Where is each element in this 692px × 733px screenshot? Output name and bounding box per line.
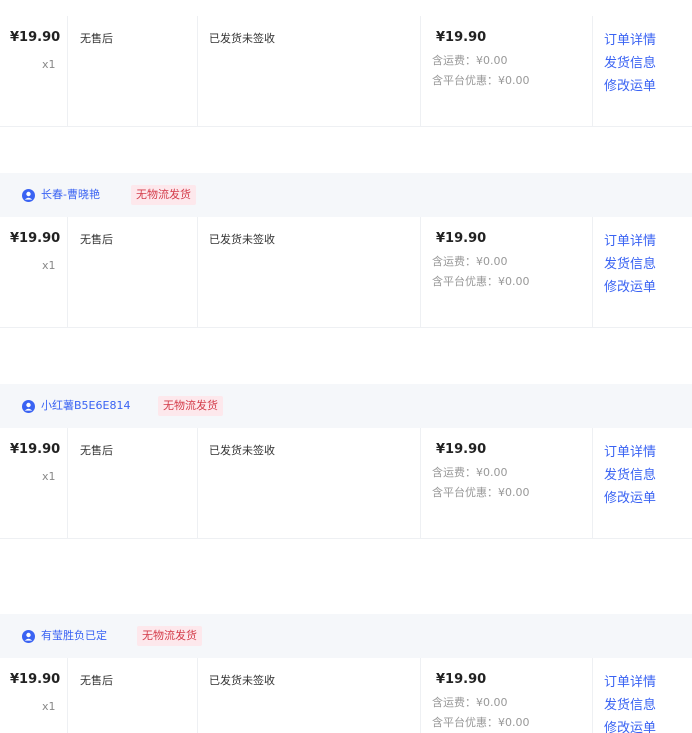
- column-divider: [592, 428, 593, 538]
- after-sale-status: 无售后: [80, 233, 113, 246]
- shipping-fee: 含运费：¥0.00: [432, 696, 508, 709]
- column-divider: [197, 217, 198, 327]
- order-detail-link[interactable]: 订单详情: [604, 441, 656, 460]
- item-quantity: x1: [42, 259, 56, 272]
- no-logistics-tag: 无物流发货: [158, 396, 223, 416]
- platform-discount: 含平台优惠：¥0.00: [432, 275, 530, 288]
- shipping-info-link[interactable]: 发货信息: [604, 52, 656, 71]
- after-sale-status: 无售后: [80, 674, 113, 687]
- edit-waybill-link[interactable]: 修改运单: [604, 717, 656, 733]
- order-header: 小红薯B5E6E814 无物流发货: [0, 384, 692, 428]
- item-quantity: x1: [42, 58, 56, 71]
- edit-waybill-link[interactable]: 修改运单: [604, 75, 656, 94]
- buyer-name: 小红薯B5E6E814: [41, 399, 131, 412]
- column-divider: [67, 217, 68, 327]
- shipping-fee: 含运费：¥0.00: [432, 54, 508, 67]
- item-price: ¥19.90: [10, 672, 61, 687]
- order-amount: ¥19.90: [436, 672, 487, 687]
- platform-discount: 含平台优惠：¥0.00: [432, 486, 530, 499]
- shipping-fee: 含运费：¥0.00: [432, 466, 508, 479]
- after-sale-status: 无售后: [80, 32, 113, 45]
- column-divider: [67, 428, 68, 538]
- item-price: ¥19.90: [10, 231, 61, 246]
- column-divider: [592, 16, 593, 126]
- order-list: ¥19.90 x1 无售后 已发货未签收 ¥19.90 含运费：¥0.00 含平…: [0, 0, 692, 733]
- after-sale-status: 无售后: [80, 444, 113, 457]
- shipping-status: 已发货未签收: [209, 32, 275, 45]
- order-detail-link[interactable]: 订单详情: [604, 671, 656, 690]
- column-divider: [592, 658, 593, 733]
- order-row: ¥19.90 x1 无售后 已发货未签收 ¥19.90 含运费：¥0.00 含平…: [0, 217, 692, 328]
- column-divider: [420, 658, 421, 733]
- column-divider: [197, 658, 198, 733]
- item-quantity: x1: [42, 470, 56, 483]
- shipping-info-link[interactable]: 发货信息: [604, 694, 656, 713]
- column-divider: [197, 16, 198, 126]
- user-icon: [22, 629, 35, 643]
- shipping-info-link[interactable]: 发货信息: [604, 253, 656, 272]
- shipping-status: 已发货未签收: [209, 674, 275, 687]
- platform-discount: 含平台优惠：¥0.00: [432, 74, 530, 87]
- order-detail-link[interactable]: 订单详情: [604, 29, 656, 48]
- order-header: 有莹胜负已定 无物流发货: [0, 614, 692, 658]
- item-quantity: x1: [42, 700, 56, 713]
- buyer-info[interactable]: 小红薯B5E6E814: [22, 398, 130, 414]
- edit-waybill-link[interactable]: 修改运单: [604, 276, 656, 295]
- user-icon: [22, 399, 35, 413]
- column-divider: [420, 428, 421, 538]
- buyer-name: 长春-曹晓艳: [41, 188, 100, 201]
- buyer-info[interactable]: 有莹胜负已定: [22, 628, 107, 644]
- buyer-name: 有莹胜负已定: [41, 629, 107, 642]
- column-divider: [420, 217, 421, 327]
- shipping-fee: 含运费：¥0.00: [432, 255, 508, 268]
- platform-discount: 含平台优惠：¥0.00: [432, 716, 530, 729]
- column-divider: [592, 217, 593, 327]
- edit-waybill-link[interactable]: 修改运单: [604, 487, 656, 506]
- no-logistics-tag: 无物流发货: [137, 626, 202, 646]
- buyer-info[interactable]: 长春-曹晓艳: [22, 187, 100, 203]
- order-row: ¥19.90 x1 无售后 已发货未签收 ¥19.90 含运费：¥0.00 含平…: [0, 16, 692, 127]
- order-header: 长春-曹晓艳 无物流发货: [0, 173, 692, 217]
- column-divider: [420, 16, 421, 126]
- column-divider: [197, 428, 198, 538]
- no-logistics-tag: 无物流发货: [131, 185, 196, 205]
- shipping-info-link[interactable]: 发货信息: [604, 464, 656, 483]
- user-icon: [22, 188, 35, 202]
- shipping-status: 已发货未签收: [209, 233, 275, 246]
- order-amount: ¥19.90: [436, 30, 487, 45]
- order-amount: ¥19.90: [436, 231, 487, 246]
- order-row: ¥19.90 x1 无售后 已发货未签收 ¥19.90 含运费：¥0.00 含平…: [0, 428, 692, 539]
- order-detail-link[interactable]: 订单详情: [604, 230, 656, 249]
- order-row: ¥19.90 x1 无售后 已发货未签收 ¥19.90 含运费：¥0.00 含平…: [0, 658, 692, 733]
- item-price: ¥19.90: [10, 30, 61, 45]
- column-divider: [67, 658, 68, 733]
- item-price: ¥19.90: [10, 442, 61, 457]
- column-divider: [67, 16, 68, 126]
- order-amount: ¥19.90: [436, 442, 487, 457]
- shipping-status: 已发货未签收: [209, 444, 275, 457]
